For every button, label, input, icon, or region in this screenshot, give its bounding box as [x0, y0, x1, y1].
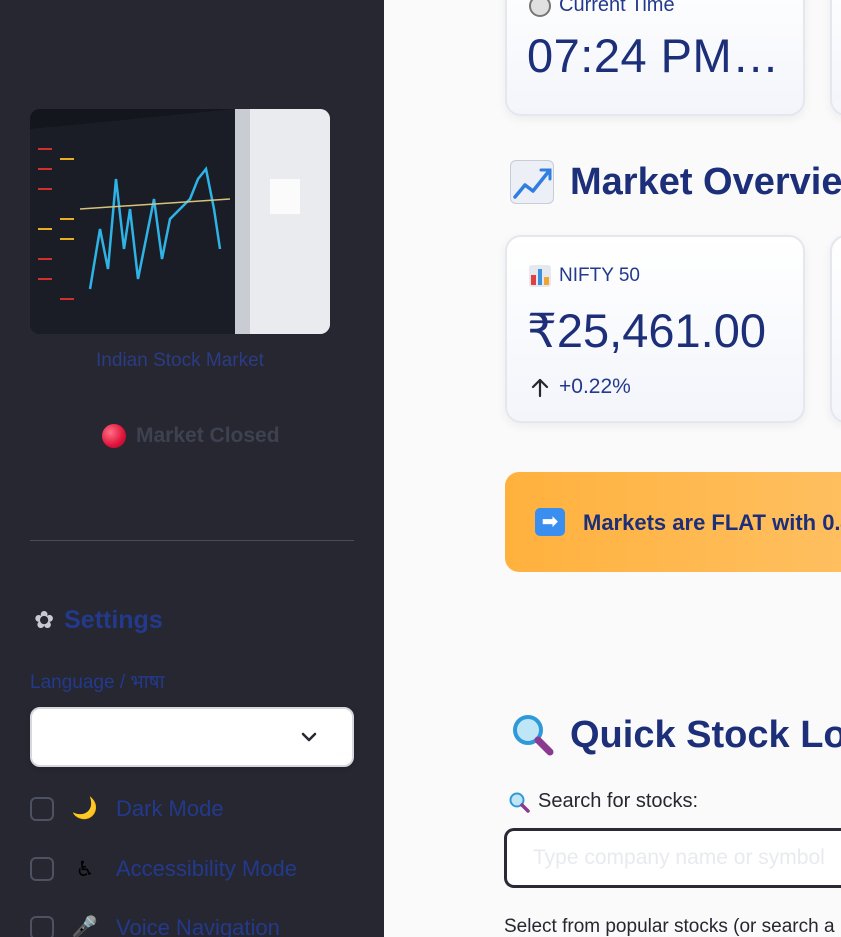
dark-mode-label: Dark Mode	[116, 796, 224, 821]
quick-lookup-heading: Quick Stock Loo	[510, 713, 841, 757]
chevron-down-icon	[301, 732, 317, 742]
small-magnifying-glass-icon	[509, 792, 530, 813]
search-label-row: Search for stocks:	[508, 790, 698, 813]
popular-stocks-label: Select from popular stocks (or search a	[504, 916, 835, 937]
image-caption: Indian Stock Market	[96, 350, 264, 371]
market-sentiment-text: Markets are FLAT with 0.4	[583, 510, 841, 535]
sidebar: Indian Stock Market Market Closed ✿ Sett…	[0, 0, 384, 937]
red-circle-icon	[102, 424, 126, 448]
current-time-value: 07:24 PM…	[527, 29, 780, 82]
market-status-label: Market Closed	[136, 424, 280, 447]
settings-heading: ✿ Settings	[34, 606, 163, 635]
nifty-label-row: NIFTY 50	[529, 265, 640, 287]
nifty-change: +0.22%	[529, 375, 631, 399]
moon-icon: 🌙	[71, 797, 99, 820]
wheelchair-icon: ♿	[75, 857, 95, 881]
magnifying-glass-icon	[513, 715, 554, 756]
bar-chart-icon	[529, 265, 551, 287]
nifty-change-value: +0.22%	[559, 375, 631, 398]
voice-navigation-checkbox[interactable]	[30, 916, 54, 937]
accessibility-mode-label: Accessibility Mode	[116, 856, 297, 881]
settings-title: Settings	[64, 606, 163, 634]
language-label: Language / भाषा	[30, 672, 165, 693]
accessibility-mode-toggle[interactable]: ♿ Accessibility Mode	[30, 856, 297, 882]
accessibility-mode-checkbox[interactable]	[30, 857, 54, 881]
index-card-partial	[830, 235, 841, 423]
current-time-label: Current Time	[559, 0, 675, 16]
stock-chart-image	[30, 109, 330, 334]
voice-navigation-toggle[interactable]: 🎤 Voice Navigation	[30, 915, 280, 937]
right-arrow-icon: ➡	[535, 508, 565, 536]
search-label: Search for stocks:	[538, 790, 699, 812]
market-sentiment-banner: ➡ Markets are FLAT with 0.4	[505, 472, 841, 572]
current-time-label-row: Current Time	[529, 0, 675, 17]
nifty-label: NIFTY 50	[559, 265, 640, 286]
nifty-value: ₹25,461.00	[527, 304, 766, 357]
market-status: Market Closed	[102, 424, 280, 448]
metric-card-partial	[830, 0, 841, 116]
gear-icon: ✿	[34, 607, 55, 634]
arrow-up-icon	[531, 378, 549, 398]
stock-search-input[interactable]	[504, 828, 841, 888]
voice-navigation-label: Voice Navigation	[116, 915, 280, 937]
market-overview-heading: Market Overview	[510, 160, 841, 204]
microphone-icon: 🎤	[71, 916, 99, 937]
nifty-card: NIFTY 50 ₹25,461.00 +0.22%	[505, 235, 805, 423]
market-overview-title: Market Overview	[570, 160, 841, 203]
language-select[interactable]	[30, 707, 354, 767]
quick-lookup-title: Quick Stock Loo	[570, 713, 841, 756]
clock-icon	[529, 0, 551, 17]
current-time-card: Current Time 07:24 PM…	[505, 0, 805, 116]
dark-mode-toggle[interactable]: 🌙 Dark Mode	[30, 796, 224, 822]
sidebar-divider	[30, 540, 354, 541]
main-content: Current Time 07:24 PM… Market Overview N…	[384, 0, 841, 937]
dark-mode-checkbox[interactable]	[30, 797, 54, 821]
chart-increasing-icon	[510, 160, 554, 204]
